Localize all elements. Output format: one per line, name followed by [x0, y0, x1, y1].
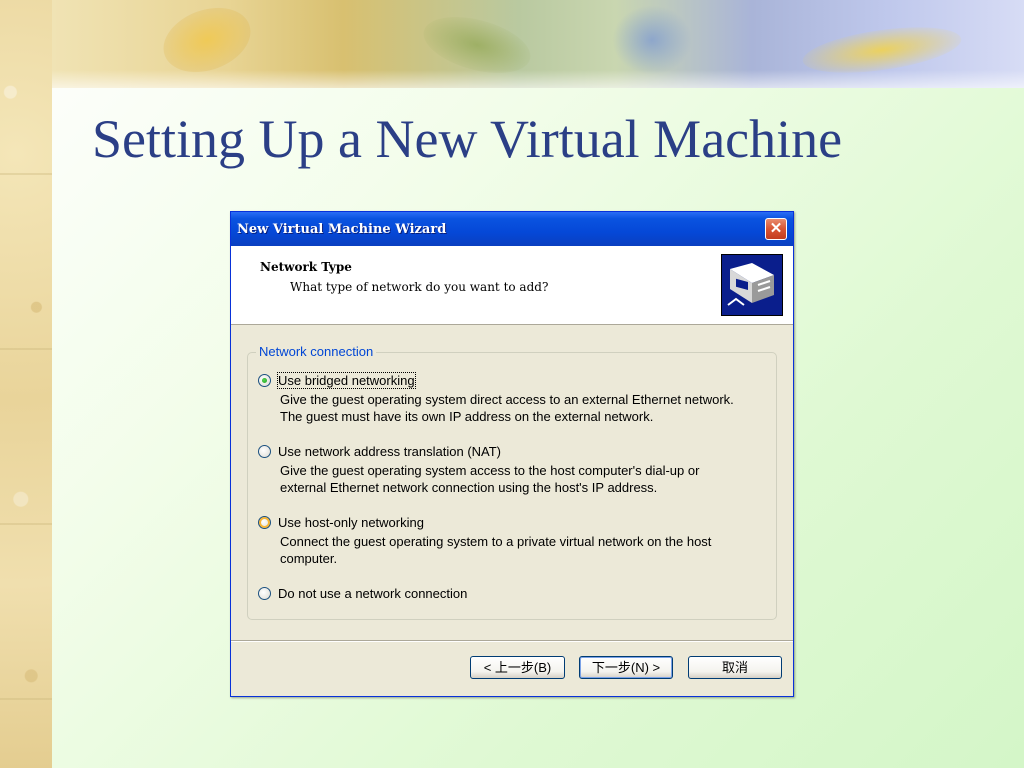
- desc-line: external Ethernet network connection usi…: [280, 480, 658, 495]
- network-connection-group: Network connection Use bridged networkin…: [247, 344, 777, 620]
- new-vm-wizard-dialog: New Virtual Machine Wizard ✕ Network Typ…: [230, 211, 794, 697]
- option-label-no-network[interactable]: Do not use a network connection: [278, 586, 467, 601]
- top-decorative-banner: [52, 0, 1024, 88]
- option-label-bridged[interactable]: Use bridged networking: [277, 372, 416, 389]
- banner-fade: [52, 70, 1024, 88]
- close-icon: ✕: [769, 220, 783, 237]
- next-button[interactable]: 下一步(N) >: [579, 656, 673, 679]
- network-wizard-icon: [721, 254, 783, 316]
- desc-line: Give the guest operating system access t…: [280, 463, 700, 478]
- radio-host-only[interactable]: [258, 516, 271, 529]
- desc-line: Give the guest operating system direct a…: [280, 392, 734, 407]
- option-desc-host-only: Connect the guest operating system to a …: [280, 533, 770, 567]
- dialog-titlebar[interactable]: New Virtual Machine Wizard ✕: [231, 212, 793, 246]
- option-label-nat[interactable]: Use network address translation (NAT): [278, 444, 501, 459]
- group-label: Network connection: [256, 344, 377, 359]
- option-label-host-only[interactable]: Use host-only networking: [278, 515, 424, 530]
- back-button[interactable]: < 上一步(B): [470, 656, 565, 679]
- desc-line: The guest must have its own IP address o…: [280, 409, 654, 424]
- leaf-decoration: [612, 5, 692, 75]
- option-desc-nat: Give the guest operating system access t…: [280, 462, 770, 496]
- radio-bridged[interactable]: [258, 374, 271, 387]
- wizard-header: Network Type What type of network do you…: [231, 246, 793, 325]
- option-desc-bridged: Give the guest operating system direct a…: [280, 391, 770, 425]
- footer-separator: [231, 640, 793, 642]
- radio-nat[interactable]: [258, 445, 271, 458]
- wizard-step-title: Network Type: [260, 260, 352, 274]
- slide-title: Setting Up a New Virtual Machine: [92, 109, 843, 169]
- radio-no-network[interactable]: [258, 587, 271, 600]
- left-decorative-strip: [0, 0, 52, 768]
- network-card-icon: [722, 255, 782, 315]
- dialog-title: New Virtual Machine Wizard: [237, 221, 447, 237]
- close-button[interactable]: ✕: [765, 218, 787, 240]
- desc-line: computer.: [280, 551, 338, 566]
- cancel-button[interactable]: 取消: [688, 656, 782, 679]
- wizard-step-subtitle: What type of network do you want to add?: [290, 280, 549, 294]
- desc-line: Connect the guest operating system to a …: [280, 534, 712, 549]
